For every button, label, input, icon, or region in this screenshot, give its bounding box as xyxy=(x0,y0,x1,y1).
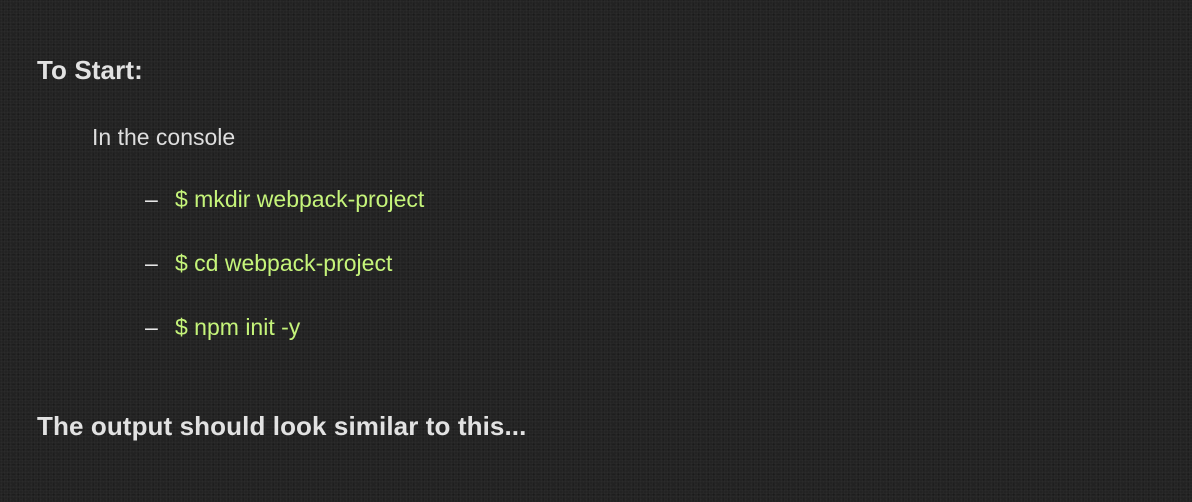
section-heading-to-start: To Start: xyxy=(37,55,143,85)
section-heading-output: The output should look similar to this..… xyxy=(37,411,527,441)
slide: { "section_start": { "heading": "To Star… xyxy=(0,0,1192,502)
list-item: – $ npm init -y xyxy=(145,314,424,378)
list-item: – $ mkdir webpack-project xyxy=(145,186,424,250)
bullet-dash: – xyxy=(145,250,158,276)
list-item: – $ cd webpack-project xyxy=(145,250,424,314)
command-text: $ npm init -y xyxy=(175,314,301,340)
intro-text: In the console xyxy=(92,124,236,150)
command-text: $ mkdir webpack-project xyxy=(175,186,425,212)
bullet-dash: – xyxy=(145,186,158,212)
command-text: $ cd webpack-project xyxy=(175,250,393,276)
command-list: – $ mkdir webpack-project – $ cd webpack… xyxy=(145,186,424,378)
bullet-dash: – xyxy=(145,314,158,340)
